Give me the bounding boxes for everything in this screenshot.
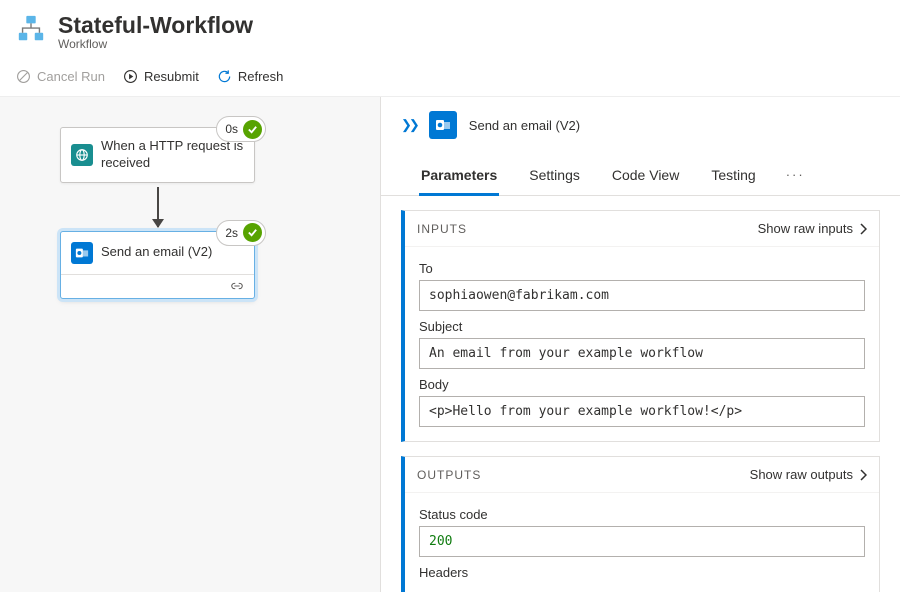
toolbar: Cancel Run Resubmit Refresh [0, 59, 900, 97]
subject-label: Subject [419, 319, 865, 334]
duration-pill: 0s [216, 116, 266, 142]
show-raw-outputs-link[interactable]: Show raw outputs [750, 467, 867, 482]
body-label: Body [419, 377, 865, 392]
tab-codeview[interactable]: Code View [610, 159, 681, 196]
collapse-button[interactable]: ❯❯ [401, 117, 417, 133]
success-check-icon [243, 120, 262, 139]
page-header: Stateful-Workflow Workflow [0, 0, 900, 59]
http-icon [71, 144, 93, 166]
tab-settings[interactable]: Settings [527, 159, 582, 196]
action-node-email[interactable]: 2s Send an email (V2) [60, 231, 255, 299]
body-value[interactable]: <p>Hello from your example workflow!</p> [419, 396, 865, 427]
inputs-section: INPUTS Show raw inputs To sophiaowen@fab… [401, 210, 880, 442]
tab-testing[interactable]: Testing [709, 159, 757, 196]
tab-parameters[interactable]: Parameters [419, 159, 499, 196]
headers-label: Headers [419, 565, 865, 580]
refresh-button[interactable]: Refresh [217, 69, 284, 84]
workflow-canvas[interactable]: 0s When a HTTP request is received 2s [0, 97, 380, 592]
panel-header: ❯❯ Send an email (V2) [381, 97, 900, 153]
outputs-section: OUTPUTS Show raw outputs Status code 200… [401, 456, 880, 592]
subject-value[interactable]: An email from your example workflow [419, 338, 865, 369]
section-heading: INPUTS [417, 222, 467, 236]
status-code-value[interactable]: 200 [419, 526, 865, 557]
cancel-run-button: Cancel Run [16, 69, 105, 84]
resubmit-button[interactable]: Resubmit [123, 69, 199, 84]
link-icon [230, 281, 244, 291]
show-raw-inputs-link[interactable]: Show raw inputs [758, 221, 867, 236]
cancel-icon [16, 69, 31, 84]
page-subtitle: Workflow [58, 37, 253, 51]
to-label: To [419, 261, 865, 276]
chevron-right-icon [859, 469, 867, 481]
trigger-node[interactable]: 0s When a HTTP request is received [60, 127, 255, 183]
status-code-label: Status code [419, 507, 865, 522]
details-panel: ❯❯ Send an email (V2) Parameters Setting… [380, 97, 900, 592]
outlook-icon [429, 111, 457, 139]
more-tabs-button[interactable]: ··· [786, 167, 805, 188]
panel-tabs: Parameters Settings Code View Testing ··… [381, 153, 900, 196]
node-title: Send an email (V2) [101, 244, 212, 261]
workflow-tree-icon [16, 14, 46, 44]
section-heading: OUTPUTS [417, 468, 481, 482]
duration-pill: 2s [216, 220, 266, 246]
page-title: Stateful-Workflow [58, 12, 253, 39]
node-title: When a HTTP request is received [101, 138, 244, 172]
panel-title: Send an email (V2) [469, 118, 580, 133]
connector-arrow [157, 187, 159, 227]
content-area: 0s When a HTTP request is received 2s [0, 97, 900, 592]
resubmit-icon [123, 69, 138, 84]
refresh-icon [217, 69, 232, 84]
chevron-right-icon [859, 223, 867, 235]
outlook-icon [71, 242, 93, 264]
success-check-icon [243, 223, 262, 242]
to-value[interactable]: sophiaowen@fabrikam.com [419, 280, 865, 311]
